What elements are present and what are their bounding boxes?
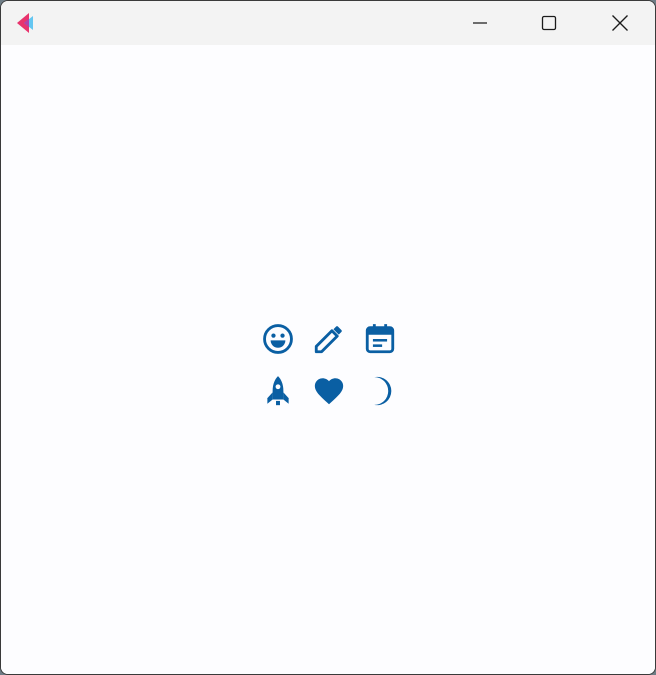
minimize-button[interactable] [445, 1, 515, 45]
content-area [1, 45, 655, 674]
smiley-icon [261, 322, 295, 356]
title-bar[interactable] [1, 1, 655, 45]
minimize-icon [472, 15, 488, 31]
calendar-icon [363, 322, 397, 356]
rocket-icon [261, 374, 295, 408]
icon-cell-smiley [253, 313, 303, 365]
maximize-button[interactable] [514, 1, 584, 45]
icon-cell-calendar [355, 313, 405, 365]
heart-icon [312, 374, 346, 408]
close-icon [611, 14, 629, 32]
icon-cell-moon [355, 365, 405, 417]
maximize-icon [541, 15, 557, 31]
icon-cell-heart [304, 365, 354, 417]
app-window [0, 0, 656, 675]
icon-cell-pencil [304, 313, 354, 365]
icon-grid [253, 313, 405, 417]
icon-cell-rocket [253, 365, 303, 417]
moon-icon [363, 374, 397, 408]
pencil-icon [312, 322, 346, 356]
app-logo-icon [15, 12, 37, 34]
close-button[interactable] [585, 1, 655, 45]
